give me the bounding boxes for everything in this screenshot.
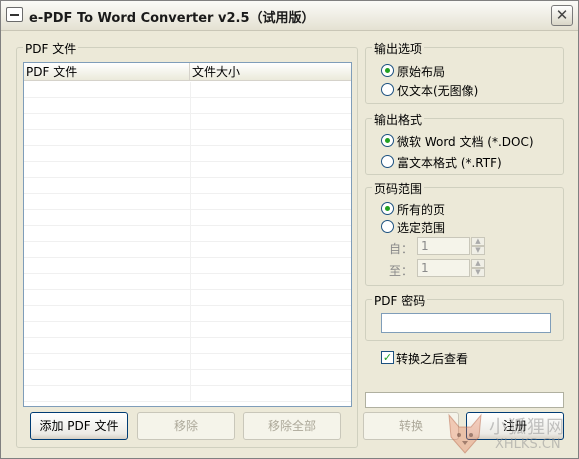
remove-button[interactable]: 移除 [137,412,235,440]
table-row[interactable] [24,130,351,146]
all-pages-label[interactable]: 所有的页 [397,201,445,218]
word-doc-radio[interactable] [381,134,394,147]
from-page-label: 自： [389,242,414,256]
table-row[interactable] [24,322,351,338]
progress-bar [365,392,564,408]
app-window: e-PDF To Word Converter v2.5（试用版） ✕ PDF … [0,0,579,459]
table-row[interactable] [24,290,351,306]
table-row[interactable] [24,162,351,178]
from-page-field[interactable]: 1 [417,237,470,255]
rtf-label[interactable]: 富文本格式 (*.RTF) [397,154,502,171]
table-row[interactable] [24,178,351,194]
from-page-up-icon[interactable]: ▲ [471,237,485,246]
system-menu-icon[interactable] [6,7,23,22]
original-layout-radio[interactable] [381,64,394,77]
pdf-files-group-label: PDF 文件 [23,40,79,57]
table-row[interactable] [24,274,351,290]
column-header-pdf-file[interactable]: PDF 文件 [24,63,190,81]
to-page-field[interactable]: 1 [417,259,470,277]
original-layout-label[interactable]: 原始布局 [397,63,445,80]
table-row[interactable] [24,258,351,274]
table-row[interactable] [24,306,351,322]
word-doc-label[interactable]: 微软 Word 文档 (*.DOC) [397,133,534,150]
all-pages-radio[interactable] [381,202,394,215]
output-format-label: 输出格式 [372,111,425,128]
title-bar[interactable]: e-PDF To Word Converter v2.5（试用版） ✕ [1,1,578,31]
table-row[interactable] [24,370,351,386]
window-title: e-PDF To Word Converter v2.5（试用版） [29,11,315,26]
table-row[interactable] [24,354,351,370]
select-range-label[interactable]: 选定范围 [397,219,445,236]
to-page-spinner[interactable]: 1 ▲ ▼ [417,259,487,277]
to-page-down-icon[interactable]: ▼ [471,268,485,277]
table-row[interactable] [24,226,351,242]
convert-button[interactable]: 转换 [363,412,459,440]
table-row[interactable] [24,114,351,130]
table-row[interactable] [24,386,351,402]
table-row[interactable] [24,338,351,354]
close-button[interactable]: ✕ [551,5,573,26]
file-list-body[interactable] [24,82,351,406]
text-only-radio[interactable] [381,83,394,96]
rtf-radio[interactable] [381,155,394,168]
select-range-radio[interactable] [381,220,394,233]
table-row[interactable] [24,194,351,210]
file-list[interactable]: PDF 文件 文件大小 [23,62,352,407]
to-page-up-icon[interactable]: ▲ [471,259,485,268]
pdf-password-label: PDF 密码 [372,292,428,309]
remove-all-button[interactable]: 移除全部 [243,412,341,440]
column-header-file-size[interactable]: 文件大小 [190,63,351,81]
add-pdf-file-button[interactable]: 添加 PDF 文件 [30,412,128,440]
from-page-spinner[interactable]: 1 ▲ ▼ [417,237,487,255]
view-after-label[interactable]: 转换之后查看 [396,350,468,367]
table-row[interactable] [24,146,351,162]
page-range-label: 页码范围 [372,180,425,197]
table-row[interactable] [24,242,351,258]
table-row[interactable] [24,98,351,114]
view-after-checkbox[interactable]: ✓ [381,351,394,364]
register-button[interactable]: 注册 [466,412,564,440]
from-page-down-icon[interactable]: ▼ [471,246,485,255]
table-row[interactable] [24,82,351,98]
to-page-label: 至： [389,264,414,278]
file-list-header: PDF 文件 文件大小 [24,63,351,81]
pdf-password-input[interactable] [381,313,551,333]
output-options-label: 输出选项 [372,40,425,57]
text-only-label[interactable]: 仅文本(无图像) [397,82,478,99]
table-row[interactable] [24,210,351,226]
